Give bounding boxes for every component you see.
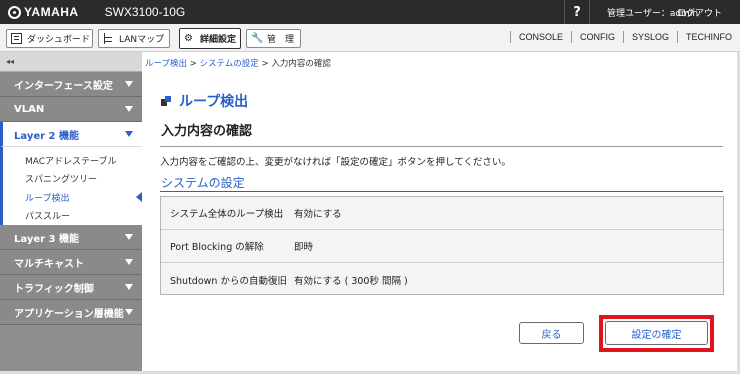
sidebar-item-passthrough[interactable]: パススルー <box>0 206 142 225</box>
breadcrumb-loop-detection[interactable]: ループ検出 <box>145 59 187 69</box>
divider <box>160 146 723 147</box>
nav-bar: ダッシュボード LANマップ ⚙ 詳細設定 🔧 管 理 CONSOLE CONF… <box>0 24 740 52</box>
sidebar-section-vlan[interactable]: VLAN <box>0 97 142 122</box>
sidebar-section-label: インターフェース設定 <box>14 80 113 92</box>
sidebar-section-traffic[interactable]: トラフィック制御 <box>0 275 142 300</box>
chevron-down-icon <box>125 309 133 315</box>
logout-link[interactable]: ログアウト <box>677 6 722 19</box>
model-name: SWX3100-10G <box>104 5 186 19</box>
command-links: CONSOLE CONFIG SYSLOG TECHINFO <box>509 31 740 43</box>
sidebar-item-mac-table[interactable]: MACアドレステーブル <box>0 151 142 170</box>
dashboard-icon <box>11 33 22 44</box>
lanmap-label: LANマップ <box>119 35 165 45</box>
gear-icon: ⚙ <box>184 33 193 44</box>
techinfo-link[interactable]: TECHINFO <box>677 31 740 43</box>
sidebar-section-label: マルチキャスト <box>14 258 84 270</box>
breadcrumb: ループ検出 > システムの設定 > 入力内容の確認 <box>145 57 331 69</box>
config-link[interactable]: CONFIG <box>570 31 623 43</box>
chevron-down-icon <box>125 131 133 137</box>
brand-logo: YAMAHA <box>8 5 79 19</box>
collapse-sidebar-icon[interactable]: ◂◂ <box>0 52 142 72</box>
page-heading-icon <box>161 96 171 106</box>
sidebar-section-label: アプリケーション層機能 <box>14 308 124 320</box>
detail-settings-tab[interactable]: ⚙ 詳細設定 <box>179 28 241 49</box>
brand-name: YAMAHA <box>24 5 79 19</box>
syslog-link[interactable]: SYSLOG <box>622 31 677 43</box>
sidebar-section-application[interactable]: アプリケーション層機能 <box>0 300 142 325</box>
sidebar-section-interface[interactable]: インターフェース設定 <box>0 72 142 97</box>
dashboard-button[interactable]: ダッシュボード <box>6 29 93 48</box>
sidebar-section-multicast[interactable]: マルチキャスト <box>0 250 142 275</box>
dashboard-label: ダッシュボード <box>27 35 91 45</box>
lanmap-button[interactable]: LANマップ <box>98 29 170 48</box>
sidebar-section-label: Layer 3 機能 <box>14 233 79 245</box>
page-description: 入力内容をご確認の上、変更がなければ「設定の確定」ボタンを押してください。 <box>160 157 511 168</box>
sidebar-section-label: Layer 2 機能 <box>14 130 79 142</box>
wrench-icon: 🔧 <box>251 33 264 44</box>
breadcrumb-system-settings[interactable]: システムの設定 <box>200 59 259 69</box>
row-value: 即時 <box>294 242 314 253</box>
chevron-down-icon <box>125 81 133 87</box>
row-label: Port Blocking の解除 <box>170 242 264 253</box>
row-label: Shutdown からの自動復旧 <box>170 275 287 287</box>
row-value: 有効にする <box>294 209 342 220</box>
detail-settings-label: 詳細設定 <box>200 35 237 45</box>
table-row: Shutdown からの自動復旧 有効にする ( 300秒 間隔 ) <box>161 263 723 296</box>
chevron-down-icon <box>125 234 133 240</box>
page-title: ループ検出 <box>179 94 249 110</box>
sidebar-section-layer2[interactable]: Layer 2 機能 <box>0 122 142 147</box>
chevron-down-icon <box>125 259 133 265</box>
breadcrumb-separator: > <box>258 59 272 69</box>
lanmap-icon <box>103 33 114 44</box>
page-subtitle: 入力内容の確認 <box>161 124 253 139</box>
settings-table: システム全体のループ検出 有効にする Port Blocking の解除 即時 … <box>160 196 724 295</box>
sidebar: ◂◂ インターフェース設定 VLAN Layer 2 機能 MACアドレステーブ… <box>0 52 142 374</box>
sidebar-section-label: VLAN <box>14 103 45 115</box>
sidebar-item-loop-detection[interactable]: ループ検出 <box>0 188 142 207</box>
console-link[interactable]: CONSOLE <box>509 31 571 43</box>
breadcrumb-separator: > <box>187 59 200 69</box>
chevron-down-icon <box>125 106 133 112</box>
help-button[interactable]: ? <box>564 0 590 24</box>
page-heading: ループ検出 <box>161 91 248 111</box>
breadcrumb-current: 入力内容の確認 <box>271 59 331 69</box>
management-label: 管 理 <box>267 35 295 45</box>
sidebar-section-layer3[interactable]: Layer 3 機能 <box>0 225 142 250</box>
top-bar: YAMAHA SWX3100-10G ? 管理ユーザー：admin ログアウト <box>0 0 740 24</box>
management-button[interactable]: 🔧 管 理 <box>246 29 301 48</box>
back-button[interactable]: 戻る <box>519 322 584 344</box>
sidebar-section-label: トラフィック制御 <box>14 283 94 295</box>
confirm-settings-button[interactable]: 設定の確定 <box>605 321 708 345</box>
row-value: 有効にする ( 300秒 間隔 ) <box>294 275 408 287</box>
section-title: システムの設定 <box>161 176 245 190</box>
sidebar-item-spanning-tree[interactable]: スパニングツリー <box>0 169 142 188</box>
row-label: システム全体のループ検出 <box>170 209 284 220</box>
table-row: Port Blocking の解除 即時 <box>161 230 723 263</box>
chevron-down-icon <box>125 284 133 290</box>
section-divider <box>160 191 723 192</box>
table-row: システム全体のループ検出 有効にする <box>161 197 723 230</box>
yamaha-logo-icon <box>8 5 21 19</box>
